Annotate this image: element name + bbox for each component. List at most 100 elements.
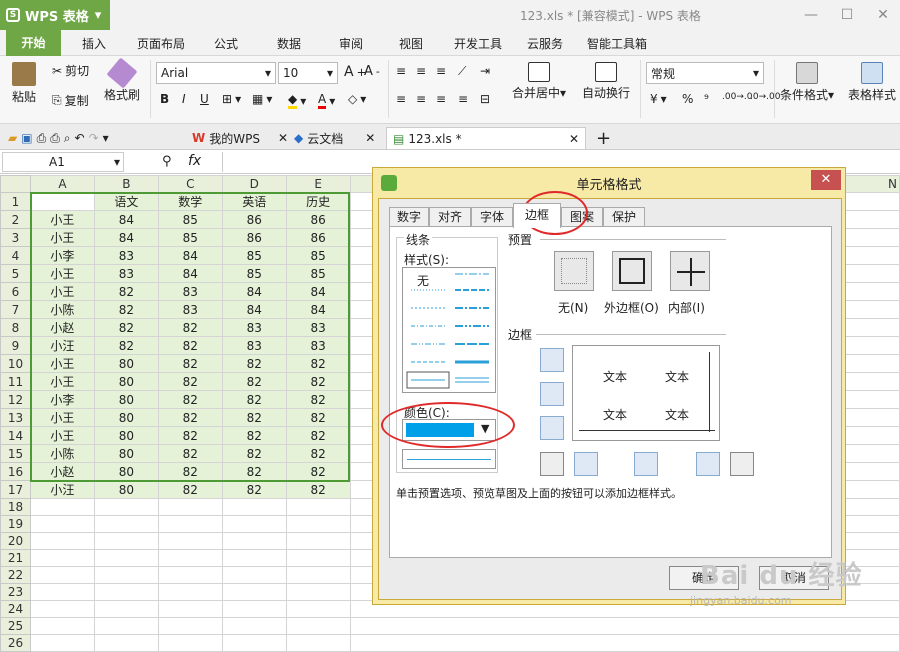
table-cell[interactable]: 小王 xyxy=(29,408,95,427)
row-header[interactable]: 4 xyxy=(0,246,31,265)
table-cell[interactable]: 82 xyxy=(221,426,287,445)
table-cell[interactable] xyxy=(285,617,351,635)
tab-close-icon[interactable]: ✕ xyxy=(278,131,288,145)
column-header[interactable]: B xyxy=(93,175,159,193)
table-cell[interactable]: 数学 xyxy=(157,192,223,211)
number-format-select[interactable]: 常规 ▾ xyxy=(646,62,764,84)
table-cell[interactable] xyxy=(93,617,159,635)
table-cell[interactable]: 82 xyxy=(157,354,223,373)
table-cell[interactable] xyxy=(285,549,351,567)
tab-view[interactable]: 视图 xyxy=(399,35,423,52)
table-cell[interactable] xyxy=(221,515,287,533)
table-cell[interactable]: 82 xyxy=(93,300,159,319)
table-cell[interactable]: 82 xyxy=(285,426,351,445)
table-cell[interactable]: 84 xyxy=(93,210,159,229)
name-box[interactable]: A1 ▾ xyxy=(2,152,124,172)
row-header[interactable]: 18 xyxy=(0,498,31,516)
preset-outline-button[interactable] xyxy=(612,251,652,291)
table-cell[interactable] xyxy=(221,532,287,550)
borders-button[interactable]: ⊞ ▾ xyxy=(222,92,241,106)
table-cell[interactable]: 82 xyxy=(157,480,223,499)
table-cell[interactable] xyxy=(221,583,287,601)
fill-color-button[interactable]: ◆ ▾ xyxy=(288,92,306,109)
indent-icon[interactable]: ⇥ xyxy=(480,64,490,78)
border-preview[interactable]: 文本 文本 文本 文本 xyxy=(572,345,720,441)
row-header[interactable]: 7 xyxy=(0,300,31,319)
table-cell[interactable] xyxy=(93,549,159,567)
table-cell[interactable]: 82 xyxy=(285,354,351,373)
table-cell[interactable] xyxy=(29,600,95,618)
row-header[interactable]: 3 xyxy=(0,228,31,247)
tab-border[interactable]: 边框 xyxy=(513,203,561,228)
tab-smart-toolbox[interactable]: 智能工具箱 xyxy=(587,35,647,52)
diagonal-up-button[interactable] xyxy=(540,452,564,476)
row-header[interactable]: 9 xyxy=(0,336,31,355)
currency-button[interactable]: ¥ ▾ xyxy=(650,92,667,106)
row-header[interactable]: 25 xyxy=(0,617,31,635)
table-cell[interactable]: 86 xyxy=(221,228,287,247)
tab-page-layout[interactable]: 页面布局 xyxy=(137,35,185,52)
conditional-format-button[interactable]: 条件格式▾ xyxy=(780,62,834,103)
table-cell[interactable]: 84 xyxy=(285,300,351,319)
table-cell[interactable] xyxy=(157,617,223,635)
table-cell[interactable]: 86 xyxy=(285,228,351,247)
table-cell[interactable]: 82 xyxy=(157,426,223,445)
row-header[interactable]: 13 xyxy=(0,408,31,427)
table-cell[interactable]: 85 xyxy=(221,264,287,283)
paste-button[interactable]: 粘贴 xyxy=(12,62,36,105)
tab-formulas[interactable]: 公式 xyxy=(214,35,238,52)
table-cell[interactable]: 80 xyxy=(93,354,159,373)
tab-insert[interactable]: 插入 xyxy=(82,35,106,52)
row-header[interactable]: 19 xyxy=(0,515,31,533)
row-header[interactable]: 1 xyxy=(0,192,31,211)
align-middle-icon[interactable]: ≡ xyxy=(416,64,426,78)
table-cell[interactable] xyxy=(93,498,159,516)
tab-font[interactable]: 字体 xyxy=(471,207,513,227)
close-icon[interactable]: ✕ xyxy=(872,4,894,26)
preset-inside-button[interactable] xyxy=(670,251,710,291)
tab-number[interactable]: 数字 xyxy=(389,207,429,227)
tab-review[interactable]: 审阅 xyxy=(339,35,363,52)
table-cell[interactable]: 83 xyxy=(93,264,159,283)
row-header[interactable]: 15 xyxy=(0,444,31,463)
increase-decimal-button[interactable]: .00→.0 xyxy=(722,92,752,102)
column-header[interactable]: E xyxy=(285,175,351,193)
table-cell[interactable]: 小王 xyxy=(29,210,95,229)
tab-cloud-service[interactable]: 云服务 xyxy=(527,35,563,52)
table-cell[interactable]: 82 xyxy=(157,372,223,391)
cut-button[interactable]: ✂ 剪切 xyxy=(52,62,89,79)
tab-alignment[interactable]: 对齐 xyxy=(429,207,471,227)
font-size-select[interactable]: 10 ▾ xyxy=(278,62,338,84)
table-cell[interactable] xyxy=(349,617,900,635)
table-cell[interactable]: 82 xyxy=(285,390,351,409)
minimize-icon[interactable]: — xyxy=(800,4,822,26)
align-top-icon[interactable]: ≡ xyxy=(396,64,406,78)
undo-icon[interactable]: ↶ xyxy=(75,131,85,145)
table-cell[interactable] xyxy=(29,532,95,550)
table-cell[interactable]: 82 xyxy=(221,354,287,373)
merge-center-button[interactable]: 合并居中▾ xyxy=(512,62,566,101)
table-cell[interactable]: 82 xyxy=(285,372,351,391)
row-header[interactable]: 12 xyxy=(0,390,31,409)
table-cell[interactable]: 80 xyxy=(93,426,159,445)
table-cell[interactable]: 83 xyxy=(93,246,159,265)
table-cell[interactable]: 小王 xyxy=(29,372,95,391)
clear-format-button[interactable]: ◇ ▾ xyxy=(348,92,366,106)
table-cell[interactable] xyxy=(157,600,223,618)
table-cell[interactable]: 80 xyxy=(93,390,159,409)
tab-my-wps[interactable]: W 我的WPS ✕ xyxy=(186,127,294,149)
table-cell[interactable]: 85 xyxy=(221,246,287,265)
row-header[interactable]: 24 xyxy=(0,600,31,618)
bold-button[interactable]: B xyxy=(160,92,169,106)
table-cell[interactable]: 83 xyxy=(221,318,287,337)
table-cell[interactable] xyxy=(29,583,95,601)
table-cell[interactable] xyxy=(221,634,287,652)
column-header[interactable]: A xyxy=(29,175,95,193)
table-cell[interactable]: 83 xyxy=(221,336,287,355)
table-cell[interactable] xyxy=(93,532,159,550)
table-cell[interactable] xyxy=(221,566,287,584)
table-cell[interactable] xyxy=(93,515,159,533)
table-cell[interactable]: 小赵 xyxy=(29,318,95,337)
table-cell[interactable]: 82 xyxy=(157,444,223,463)
row-header[interactable]: 22 xyxy=(0,566,31,584)
